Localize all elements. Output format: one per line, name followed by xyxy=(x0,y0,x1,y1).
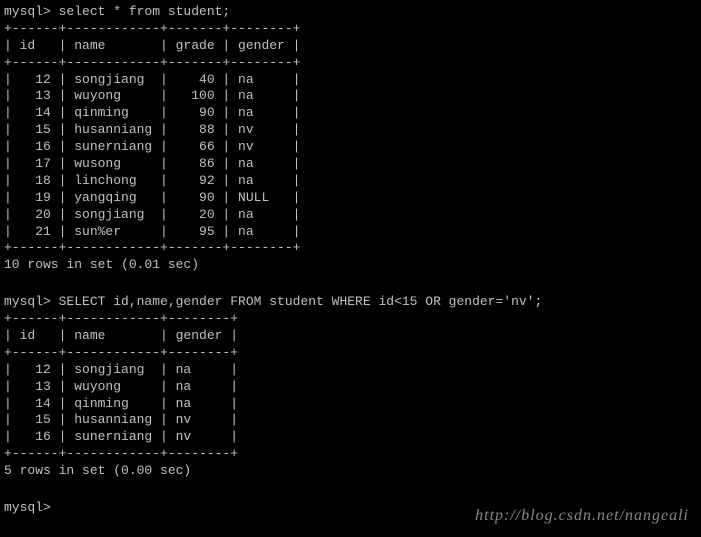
status-2: 5 rows in set (0.00 sec) xyxy=(4,463,697,480)
table2-border-top: +------+------------+--------+ xyxy=(4,311,697,328)
table2-header: | id | name | gender | xyxy=(4,328,697,345)
table1-row: | 16 | sunerniang | 66 | nv | xyxy=(4,139,697,156)
table1-border-top: +------+------------+-------+--------+ xyxy=(4,21,697,38)
table1-row: | 12 | songjiang | 40 | na | xyxy=(4,72,697,89)
sql-prompt-2: mysql> SELECT id,name,gender FROM studen… xyxy=(4,294,697,311)
table1-row: | 19 | yangqing | 90 | NULL | xyxy=(4,190,697,207)
table1-row: | 13 | wuyong | 100 | na | xyxy=(4,88,697,105)
table2-row: | 16 | sunerniang | nv | xyxy=(4,429,697,446)
table1-row: | 20 | songjiang | 20 | na | xyxy=(4,207,697,224)
table1-border-bottom: +------+------------+-------+--------+ xyxy=(4,240,697,257)
table1-border-mid: +------+------------+-------+--------+ xyxy=(4,55,697,72)
sql-prompt-1: mysql> select * from student; xyxy=(4,4,697,21)
table2-border-bottom: +------+------------+--------+ xyxy=(4,446,697,463)
table1-row: | 17 | wusong | 86 | na | xyxy=(4,156,697,173)
table1-row: | 21 | sun%er | 95 | na | xyxy=(4,224,697,241)
table2-row: | 13 | wuyong | na | xyxy=(4,379,697,396)
table1-header: | id | name | grade | gender | xyxy=(4,38,697,55)
table2-row: | 15 | husanniang | nv | xyxy=(4,412,697,429)
status-1: 10 rows in set (0.01 sec) xyxy=(4,257,697,274)
table2-row: | 12 | songjiang | na | xyxy=(4,362,697,379)
table1-row: | 14 | qinming | 90 | na | xyxy=(4,105,697,122)
table1-row: | 18 | linchong | 92 | na | xyxy=(4,173,697,190)
table2-border-mid: +------+------------+--------+ xyxy=(4,345,697,362)
blank-line xyxy=(4,278,697,294)
table1-row: | 15 | husanniang | 88 | nv | xyxy=(4,122,697,139)
table2-row: | 14 | qinming | na | xyxy=(4,396,697,413)
watermark-text: http://blog.csdn.net/nangeali xyxy=(475,506,689,527)
blank-line xyxy=(4,484,697,500)
